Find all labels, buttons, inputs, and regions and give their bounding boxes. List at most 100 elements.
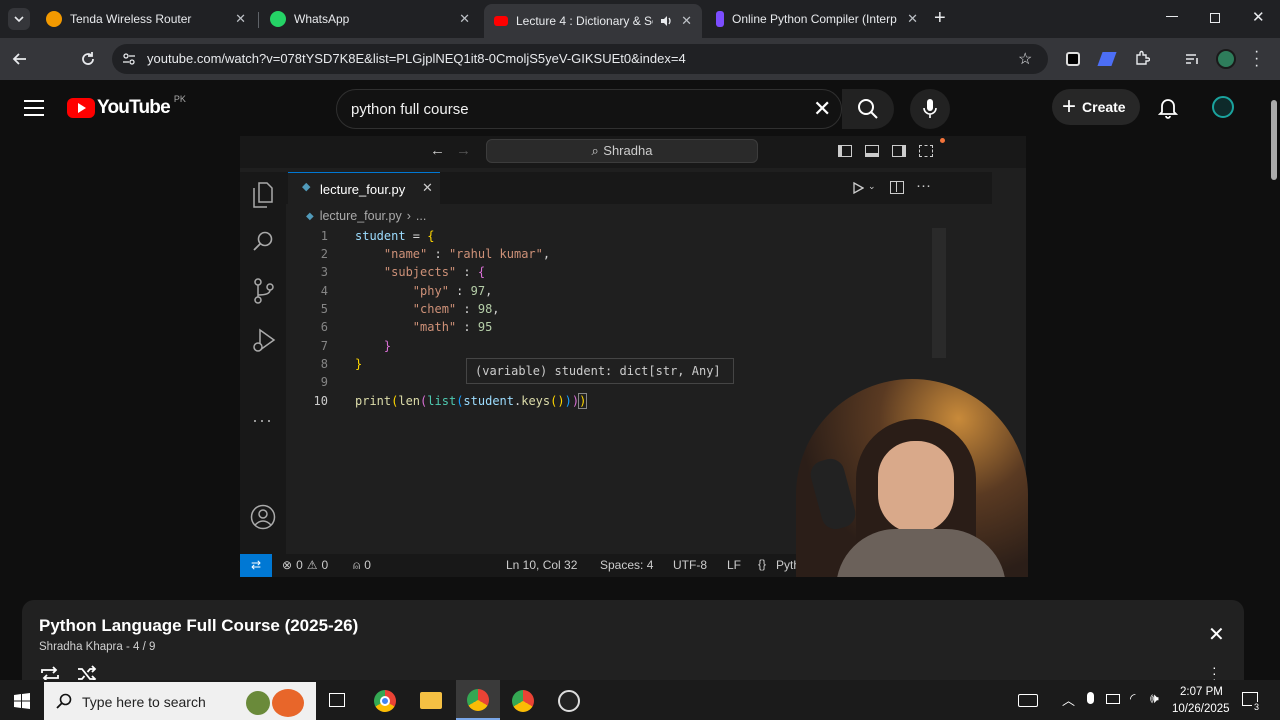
tab-whatsapp[interactable]: WhatsApp ✕ xyxy=(260,4,480,34)
ports-indicator[interactable]: ⍝ 0 xyxy=(353,558,371,573)
editor-scrollbar[interactable] xyxy=(932,228,946,358)
chevron-down-icon[interactable]: ⌄ xyxy=(868,181,876,192)
browser-tab-strip: Tenda Wireless Router ✕ WhatsApp ✕ Lectu… xyxy=(0,0,1280,38)
playlist-panel[interactable]: Python Language Full Course (2025-26) Sh… xyxy=(22,600,1244,690)
tab-title: Lecture 4 : Dictionary & Set xyxy=(516,14,654,28)
code-line-2: "name" : "rahul kumar", xyxy=(383,247,551,261)
breadcrumb-file[interactable]: lecture_four.py xyxy=(320,209,402,223)
close-tab-icon[interactable]: ✕ xyxy=(907,11,918,27)
taskbar-search-placeholder: Type here to search xyxy=(82,694,206,710)
speaker-icon[interactable] xyxy=(659,14,673,28)
indentation[interactable]: Spaces: 4 xyxy=(600,558,653,572)
puzzle-extensions-icon[interactable] xyxy=(1134,50,1150,66)
tab-tenda[interactable]: Tenda Wireless Router ✕ xyxy=(36,4,256,34)
volume-icon[interactable]: 🕪 xyxy=(1150,690,1159,707)
tenda-icon xyxy=(46,11,62,27)
playlist-title[interactable]: Python Language Full Course (2025-26) xyxy=(39,616,358,636)
line-ending[interactable]: LF xyxy=(727,558,741,572)
editor-tab[interactable]: ◆ lecture_four.py ✕ xyxy=(288,172,440,204)
extension-icon[interactable] xyxy=(1066,52,1080,66)
obs-taskbar-icon[interactable] xyxy=(558,690,580,712)
search-highlight-icon xyxy=(246,691,270,715)
close-tab-icon[interactable]: ✕ xyxy=(235,11,246,27)
search-icon[interactable] xyxy=(253,230,275,252)
keyboard-icon[interactable] xyxy=(1018,694,1038,707)
page-scrollbar[interactable] xyxy=(1268,80,1280,680)
plus-icon[interactable]: + xyxy=(934,8,946,28)
clock-time[interactable]: 2:07 PM xyxy=(1180,686,1223,698)
microphone-arm xyxy=(807,455,859,533)
create-button[interactable]: + Create xyxy=(1052,89,1140,125)
video-player[interactable]: ← → ⌕ Shradha ··· ◆ lecture_four.py ✕ ⌄ … xyxy=(240,136,1028,577)
source-control-icon[interactable] xyxy=(253,278,275,304)
encoding[interactable]: UTF-8 xyxy=(673,558,707,572)
create-label: Create xyxy=(1082,99,1126,115)
clock-date[interactable]: 10/26/2025 xyxy=(1172,703,1230,715)
hamburger-menu-icon[interactable] xyxy=(24,99,44,117)
close-window-button[interactable]: ✕ xyxy=(1252,8,1265,26)
chrome-profile-taskbar-icon[interactable] xyxy=(456,680,500,720)
customize-layout-icon[interactable] xyxy=(919,145,933,157)
layout-sidebar-icon[interactable] xyxy=(838,145,852,157)
search-button[interactable] xyxy=(842,89,894,129)
run-file-icon[interactable] xyxy=(852,182,864,194)
taskbar-search-box[interactable]: Type here to search xyxy=(44,682,316,720)
voice-search-button[interactable] xyxy=(910,89,950,129)
command-center[interactable]: ⌕ Shradha xyxy=(486,139,758,163)
layout-secondary-icon[interactable] xyxy=(892,145,906,157)
chrome-taskbar-icon[interactable] xyxy=(374,690,396,712)
address-bar[interactable]: youtube.com/watch?v=078tYSD7K8E&list=PLG… xyxy=(112,44,1048,74)
search-icon xyxy=(56,693,72,709)
line-number: 1 xyxy=(320,229,328,243)
region-code: PK xyxy=(173,94,186,104)
bookmark-star-icon[interactable]: ☆ xyxy=(1018,49,1032,69)
python-file-icon: ◆ xyxy=(306,210,314,222)
profile-avatar[interactable] xyxy=(1216,49,1236,69)
account-avatar[interactable] xyxy=(1212,96,1234,118)
browser-toolbar: youtube.com/watch?v=078tYSD7K8E&list=PLG… xyxy=(0,38,1280,80)
menu-kebab-icon[interactable]: · · · xyxy=(1254,44,1259,74)
remote-indicator[interactable]: ⇄ xyxy=(240,554,272,577)
line-number: 6 xyxy=(320,320,328,334)
site-info-icon[interactable] xyxy=(122,52,136,66)
back-arrow-icon[interactable] xyxy=(12,51,28,67)
run-debug-icon[interactable] xyxy=(252,328,276,354)
windows-start-icon[interactable] xyxy=(14,693,30,709)
problems-indicator[interactable]: ⊗ 0 ⚠ 0 xyxy=(282,558,328,572)
split-editor-icon[interactable] xyxy=(890,181,904,194)
chevron-up-icon[interactable]: ︿ xyxy=(1062,690,1075,709)
layout-panel-icon[interactable] xyxy=(865,145,879,157)
account-icon[interactable] xyxy=(250,504,276,530)
power-tray-icon[interactable] xyxy=(1106,694,1120,704)
reload-icon[interactable] xyxy=(80,51,96,67)
close-tab-icon[interactable]: ✕ xyxy=(681,13,692,29)
maximize-button[interactable] xyxy=(1210,13,1220,23)
notifications-bell-icon[interactable] xyxy=(1158,97,1178,119)
tab-lecture[interactable]: Lecture 4 : Dictionary & Set ✕ xyxy=(484,4,702,38)
playlist-subtitle[interactable]: Shradha Khapra - 4 / 9 xyxy=(39,641,155,653)
youtube-play-logo-icon xyxy=(67,98,95,118)
close-tab-icon[interactable]: ✕ xyxy=(459,11,470,27)
explorer-files-icon[interactable] xyxy=(252,182,274,208)
back-arrow-icon[interactable]: ← xyxy=(430,142,445,159)
breadcrumb-more[interactable]: ... xyxy=(416,209,426,223)
wifi-icon[interactable]: ◜ xyxy=(1130,690,1135,707)
tab-search-button[interactable] xyxy=(8,8,30,30)
extension-icon[interactable] xyxy=(1097,52,1117,66)
file-explorer-icon[interactable] xyxy=(420,692,442,709)
clear-search-icon[interactable]: ✕ xyxy=(813,96,831,122)
youtube-logo[interactable]: YouTube PK xyxy=(67,94,186,119)
media-controls-icon[interactable] xyxy=(1184,51,1200,67)
microphone-tray-icon[interactable] xyxy=(1087,692,1094,704)
task-view-icon[interactable] xyxy=(329,693,345,707)
chrome-profile-taskbar-icon[interactable] xyxy=(512,690,534,712)
cursor-position[interactable]: Ln 10, Col 32 xyxy=(506,558,577,572)
close-tab-icon[interactable]: ✕ xyxy=(422,180,433,196)
search-input[interactable]: python full course ✕ xyxy=(336,89,842,129)
forward-arrow-icon[interactable]: → xyxy=(456,142,471,159)
more-actions-icon[interactable]: ··· xyxy=(916,177,931,194)
tab-compiler[interactable]: Online Python Compiler (Interp ✕ xyxy=(706,4,928,34)
close-playlist-icon[interactable]: ✕ xyxy=(1208,622,1225,647)
minimize-button[interactable] xyxy=(1166,10,1178,22)
more-views-icon[interactable]: ··· xyxy=(252,410,273,431)
